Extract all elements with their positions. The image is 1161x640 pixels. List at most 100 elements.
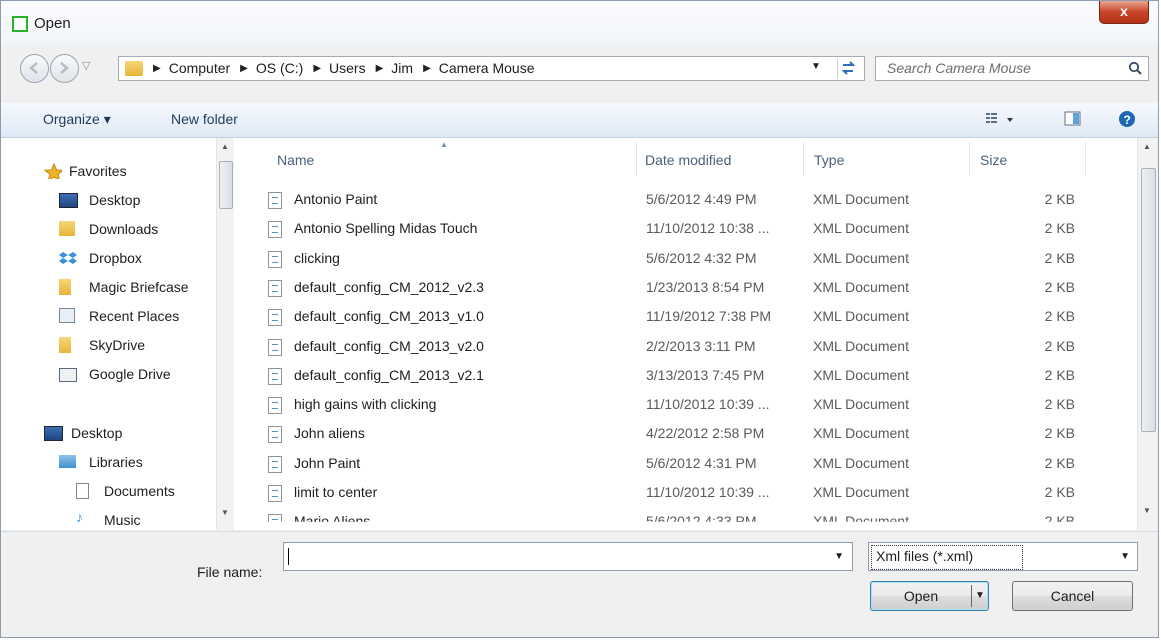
- table-row[interactable]: Antonio Spelling Midas Touch 11/10/2012 1…: [268, 214, 1108, 243]
- file-name-input[interactable]: ▼: [283, 542, 853, 571]
- open-button-label: Open: [903, 588, 939, 604]
- table-row[interactable]: default_config_CM_2013_v2.0 2/2/2013 3:11…: [268, 332, 1108, 361]
- file-size: 2 KB: [1044, 425, 1075, 442]
- xml-file-icon: [268, 309, 282, 327]
- file-date: 3/13/2013 7:45 PM: [646, 366, 765, 383]
- scrollbar-thumb[interactable]: [1141, 168, 1156, 432]
- file-name: clicking: [294, 249, 340, 266]
- table-row[interactable]: limit to center 11/10/2012 10:39 ... XML D…: [268, 478, 1108, 507]
- command-bar: Organize ▾ New folder ?: [1, 103, 1158, 138]
- close-button[interactable]: x: [1099, 1, 1149, 24]
- file-type: XML Document: [813, 425, 909, 442]
- column-header-name[interactable]: Name: [277, 152, 314, 168]
- scroll-down-icon[interactable]: ▼: [1143, 506, 1151, 515]
- xml-file-icon: [268, 455, 282, 473]
- scroll-up-icon[interactable]: ▲: [221, 142, 229, 151]
- table-row[interactable]: high gains with clicking 11/10/2012 10:39…: [268, 390, 1108, 419]
- back-arrow-icon: [29, 62, 38, 74]
- forward-button[interactable]: [50, 54, 79, 83]
- file-size: 2 KB: [1044, 454, 1075, 471]
- refresh-button[interactable]: [837, 59, 862, 79]
- chevron-right-icon[interactable]: ▶: [240, 63, 248, 74]
- crumb-jim[interactable]: Jim: [391, 60, 413, 76]
- chevron-right-icon[interactable]: ▶: [376, 63, 384, 74]
- preview-pane-button[interactable]: [1063, 109, 1083, 132]
- file-type: XML Document: [813, 366, 909, 383]
- xml-file-icon: [268, 485, 282, 502]
- file-size: 2 KB: [1044, 366, 1075, 383]
- search-input[interactable]: Search Camera Mouse: [887, 60, 1031, 76]
- open-button[interactable]: Open ▼: [870, 581, 989, 611]
- folder-icon: [125, 61, 143, 76]
- file-type-select[interactable]: Xml files (*.xml) ▼: [868, 542, 1138, 571]
- table-row[interactable]: default_config_CM_2012_v2.3 1/23/2013 8:5…: [268, 273, 1108, 302]
- chevron-right-icon[interactable]: ▶: [313, 63, 321, 74]
- search-icon[interactable]: [1128, 61, 1142, 76]
- table-row[interactable]: Antonio Paint 5/6/2012 4:49 PM XML Documen…: [268, 185, 1108, 214]
- xml-file-icon: [268, 426, 282, 444]
- crumb-computer[interactable]: Computer: [169, 60, 230, 76]
- xml-file-icon: [268, 192, 282, 209]
- new-folder-button[interactable]: New folder: [171, 111, 238, 127]
- file-type: XML Document: [813, 249, 909, 266]
- file-date: 11/10/2012 10:39 ...: [646, 396, 770, 413]
- file-type: XML Document: [813, 278, 909, 295]
- table-row[interactable]: John aliens 4/22/2012 2:58 PM XML Document…: [268, 419, 1108, 448]
- refresh-icon: [841, 61, 856, 75]
- help-icon: ?: [1119, 111, 1135, 127]
- chevron-right-icon[interactable]: ▶: [423, 63, 431, 74]
- search-box[interactable]: Search Camera Mouse: [875, 56, 1149, 81]
- xml-file-icon: [268, 514, 282, 522]
- desktop-icon: [59, 193, 78, 208]
- file-name: Antonio Paint: [294, 191, 378, 207]
- chevron-right-icon[interactable]: ▶: [153, 63, 161, 74]
- view-options-button[interactable]: [985, 109, 1019, 132]
- title-bar[interactable]: Open x: [1, 1, 1158, 45]
- column-header-type[interactable]: Type: [814, 152, 844, 168]
- file-name: limit to center: [294, 484, 378, 500]
- file-name-label: File name:: [197, 564, 263, 580]
- column-divider: [1085, 142, 1086, 176]
- table-row[interactable]: default_config_CM_2013_v1.0 11/19/2012 7:…: [268, 302, 1108, 331]
- help-button[interactable]: ?: [1117, 109, 1137, 132]
- crumb-camera-mouse[interactable]: Camera Mouse: [439, 60, 535, 76]
- file-list: ▲ Name Date modified Type Size Antonio P…: [234, 138, 1137, 530]
- file-name: Mario Aliens: [294, 513, 371, 530]
- xml-file-icon: [268, 397, 282, 415]
- file-list-scrollbar[interactable]: ▲ ▼: [1137, 138, 1158, 530]
- crumb-drive[interactable]: OS (C:): [256, 60, 303, 76]
- scroll-up-icon[interactable]: ▲: [1143, 142, 1151, 151]
- navigation-scrollbar[interactable]: ▲ ▼: [216, 138, 234, 530]
- google-drive-icon: [59, 368, 77, 382]
- organize-menu[interactable]: Organize ▾: [43, 111, 111, 128]
- scroll-down-icon[interactable]: ▼: [221, 508, 229, 517]
- recent-locations-dropdown[interactable]: ▽: [82, 59, 90, 72]
- address-bar[interactable]: ▶ Computer ▶ OS (C:) ▶ Users ▶ Jim ▶ Cam…: [118, 56, 865, 81]
- file-size: 2 KB: [1044, 249, 1075, 266]
- back-button[interactable]: [20, 54, 49, 83]
- table-row[interactable]: default_config_CM_2013_v2.1 3/13/2013 7:4…: [268, 361, 1108, 390]
- table-row[interactable]: clicking 5/6/2012 4:32 PM XML Document 2 KB: [268, 244, 1108, 273]
- file-name-dropdown-icon[interactable]: ▼: [834, 551, 844, 562]
- scrollbar-thumb[interactable]: [219, 161, 233, 209]
- documents-icon: [76, 483, 89, 499]
- open-dropdown-icon[interactable]: ▼: [975, 582, 985, 610]
- file-name: John Paint: [294, 454, 361, 471]
- text-cursor: [288, 548, 289, 565]
- folder-icon: [59, 337, 71, 353]
- table-row[interactable]: Mario Aliens 5/6/2012 4:33 PM XML Document…: [268, 507, 1108, 530]
- table-row[interactable]: John Paint 5/6/2012 4:31 PM XML Document 2 …: [268, 449, 1108, 478]
- column-header-size[interactable]: Size: [980, 152, 1007, 168]
- file-type-dropdown-icon[interactable]: ▼: [1120, 551, 1130, 562]
- crumb-users[interactable]: Users: [329, 60, 366, 76]
- column-header-date[interactable]: Date modified: [645, 152, 731, 168]
- address-dropdown-icon[interactable]: ▼: [811, 61, 821, 72]
- navigation-pane: Favorites Desktop Downloads Dropbox Magi…: [1, 138, 234, 530]
- file-size: 2 KB: [1044, 191, 1075, 207]
- file-date: 1/23/2013 8:54 PM: [646, 278, 765, 295]
- file-name: default_config_CM_2013_v2.0: [294, 337, 484, 354]
- cancel-button[interactable]: Cancel: [1012, 581, 1133, 611]
- window-title: Open: [34, 15, 71, 32]
- column-divider: [803, 142, 804, 176]
- file-size: 2 KB: [1044, 484, 1075, 500]
